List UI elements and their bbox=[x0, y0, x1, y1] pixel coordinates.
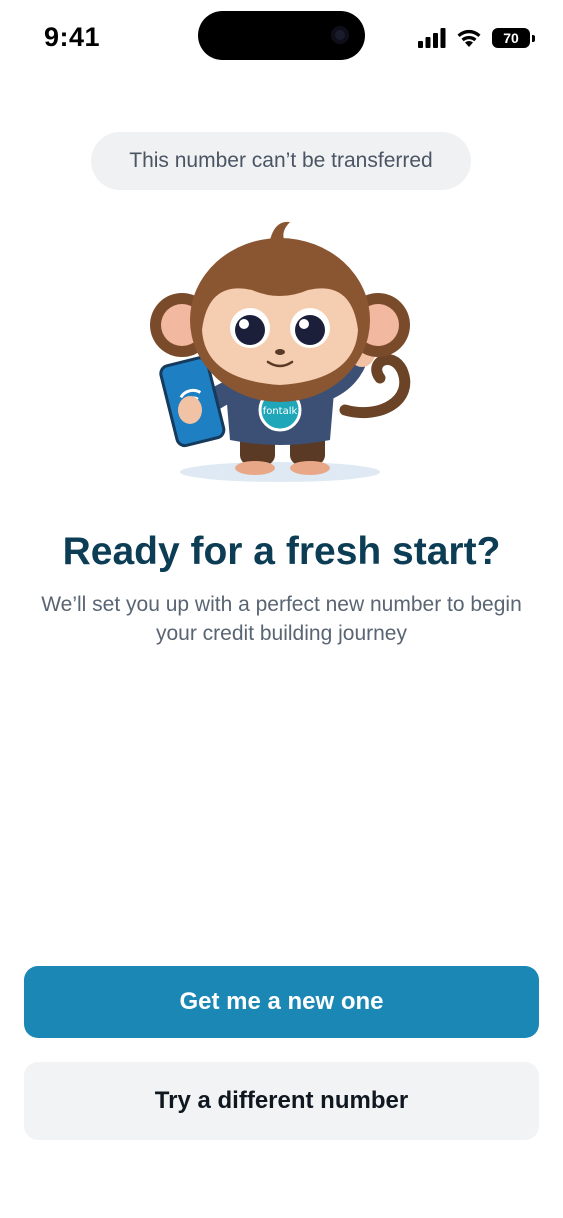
status-bar: 9:41 70 bbox=[0, 0, 563, 78]
status-time: 9:41 bbox=[44, 22, 101, 52]
wifi-icon bbox=[457, 29, 481, 47]
battery-icon: 70 bbox=[492, 28, 536, 48]
try-different-number-button[interactable]: Try a different number bbox=[24, 1062, 539, 1140]
dynamic-island bbox=[198, 11, 365, 60]
battery-level: 70 bbox=[492, 28, 530, 48]
get-new-number-button[interactable]: Get me a new one bbox=[24, 966, 539, 1038]
shirt-badge-text: fontalk bbox=[263, 406, 298, 417]
page-subtitle: We’ll set you up with a perfect new numb… bbox=[41, 593, 522, 645]
battery-tip bbox=[532, 35, 535, 42]
camera-icon bbox=[331, 26, 349, 44]
monkey-mascot-illustration: fontalk bbox=[150, 221, 411, 482]
not-transferable-notice: This number can’t be transferred bbox=[91, 132, 471, 190]
signal-icon bbox=[418, 28, 446, 48]
page-title: Ready for a fresh start? bbox=[62, 530, 501, 573]
